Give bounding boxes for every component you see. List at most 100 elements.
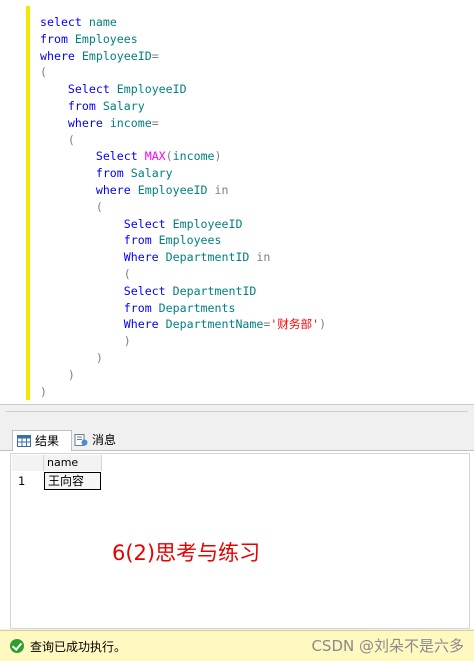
code-token: Salary [102, 98, 145, 113]
code-line[interactable]: Select EmployeeID [40, 81, 326, 98]
code-line[interactable]: Select MAX(income) [40, 148, 326, 165]
grid-cell[interactable]: 王向容 [44, 472, 101, 490]
tab-results-label: 结果 [35, 434, 60, 448]
grid-corner[interactable] [12, 455, 44, 471]
code-token: ( [40, 65, 47, 80]
column-header-name[interactable]: name [44, 455, 102, 471]
sql-code[interactable]: select name from Employees where EmployeeI… [40, 14, 326, 400]
code-token: MAX [144, 149, 166, 164]
code-line[interactable]: ) [40, 384, 326, 401]
code-line[interactable]: where EmployeeID= [40, 48, 326, 65]
code-token: Where [123, 250, 166, 265]
code-token: from [40, 31, 75, 46]
code-line[interactable]: from Salary [40, 165, 326, 182]
code-token: ) [95, 350, 103, 365]
code-line[interactable]: Select DepartmentID [40, 283, 326, 300]
tab-messages[interactable]: 消息 [72, 430, 128, 450]
code-token: from [123, 233, 159, 248]
code-line[interactable]: Where DepartmentName='财务部') [40, 316, 326, 333]
code-token: ) [40, 384, 47, 399]
code-token: Employees [158, 233, 222, 248]
code-token: EmployeeID [172, 216, 243, 231]
code-token: '财务部' [270, 317, 320, 332]
code-token: Select [123, 216, 173, 231]
code-token: ( [165, 149, 173, 164]
code-token: from [95, 166, 131, 181]
code-token: DepartmentID [165, 250, 257, 265]
code-token: EmployeeID [137, 182, 215, 197]
code-token: Select [123, 283, 173, 298]
code-token: DepartmentID [172, 283, 257, 298]
code-token: Salary [130, 166, 173, 181]
code-line[interactable]: ) [40, 333, 326, 350]
splitter-grip[interactable] [6, 411, 468, 420]
code-line[interactable]: where income= [40, 115, 326, 132]
grid-icon [17, 435, 31, 447]
code-token: ( [123, 266, 131, 281]
result-tabs: 结果 消息 [0, 428, 474, 451]
code-token: income [172, 149, 215, 164]
code-line[interactable]: from Employees [40, 31, 326, 48]
code-token: Select [95, 149, 145, 164]
code-token: = [151, 48, 159, 63]
code-line[interactable]: ) [40, 350, 326, 367]
code-token: select [40, 15, 89, 29]
code-token: Select [67, 82, 117, 97]
code-token: where [95, 182, 138, 197]
status-bar: 查询已成功执行。 CSDN @刘朵不是六多 [0, 630, 474, 661]
code-line[interactable]: ) [40, 367, 326, 384]
code-token: ( [67, 132, 75, 147]
code-line[interactable]: ( [40, 132, 326, 149]
row-number[interactable]: 1 [18, 473, 25, 489]
code-line[interactable]: ( [40, 199, 326, 216]
code-token: from [67, 98, 103, 113]
tab-results[interactable]: 结果 [12, 430, 72, 451]
code-token: in [256, 250, 271, 265]
code-line[interactable]: from Salary [40, 98, 326, 115]
editor-gutter [0, 0, 22, 404]
code-token: where [40, 48, 82, 63]
watermark: CSDN @刘朵不是六多 [311, 637, 464, 655]
code-token: EmployeeID [81, 48, 152, 63]
code-line[interactable]: where EmployeeID in [40, 182, 326, 199]
code-line[interactable]: Select EmployeeID [40, 216, 326, 233]
code-token: income [109, 115, 152, 130]
code-token: in [214, 182, 229, 197]
code-token: ( [95, 199, 103, 214]
code-line[interactable]: from Employees [40, 232, 326, 249]
success-check-icon [10, 639, 24, 653]
code-token: = [151, 115, 159, 130]
query-editor[interactable]: select name from Employees where EmployeeI… [0, 0, 474, 405]
code-token: from [123, 300, 159, 315]
code-token: ) [319, 317, 327, 332]
code-line[interactable]: Where DepartmentID in [40, 249, 326, 266]
messages-icon [74, 434, 88, 446]
code-line[interactable]: from Departments [40, 300, 326, 317]
code-line[interactable]: ( [40, 64, 326, 81]
code-line[interactable]: ( [40, 266, 326, 283]
code-token: Where [123, 317, 166, 332]
code-token: Employees [74, 31, 138, 46]
code-token: Departments [158, 300, 236, 315]
pane-splitter[interactable] [0, 405, 474, 427]
tab-messages-label: 消息 [92, 433, 117, 447]
code-line[interactable]: select name [40, 14, 326, 31]
annotation-text: 6(2)思考与练习 [112, 541, 261, 565]
code-token: where [67, 115, 110, 130]
